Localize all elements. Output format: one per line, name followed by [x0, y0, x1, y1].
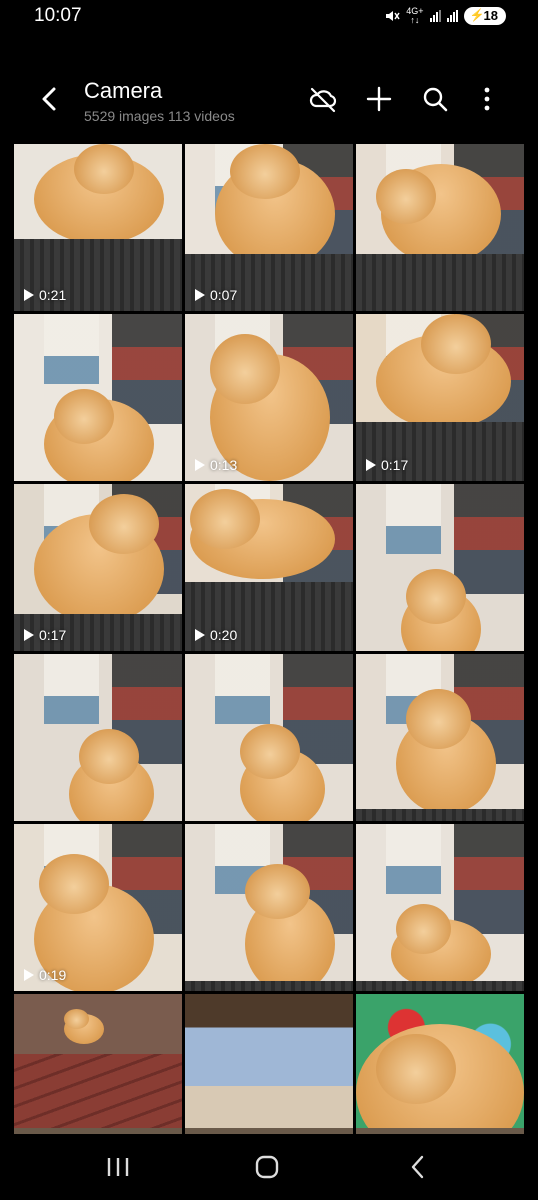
status-bar: 10:07 4G+ ↑↓ ⚡ 18	[0, 0, 538, 36]
image-thumbnail[interactable]	[356, 484, 524, 651]
status-icons: 4G+ ↑↓ ⚡ 18	[384, 7, 506, 25]
cat-head	[245, 864, 310, 919]
video-thumbnail[interactable]: 0:17	[356, 314, 524, 481]
cat-head	[396, 904, 451, 954]
album-header: Camera 5529 images 113 videos	[0, 70, 538, 136]
storage-box	[356, 981, 524, 991]
image-thumbnail[interactable]	[185, 824, 353, 991]
video-duration: 0:19	[24, 967, 66, 983]
battery-level: 18	[483, 8, 498, 23]
duration-label: 0:17	[381, 457, 409, 473]
wall-posters	[386, 824, 441, 894]
play-icon	[24, 289, 34, 301]
video-thumbnail[interactable]: 0:19	[14, 824, 182, 991]
image-thumbnail[interactable]	[14, 314, 182, 481]
video-duration: 0:21	[24, 287, 66, 303]
recent-apps-icon[interactable]	[100, 1152, 136, 1182]
play-icon	[195, 459, 205, 471]
mute-icon	[386, 11, 400, 21]
cat-head	[74, 144, 134, 194]
signal-icon	[446, 10, 458, 22]
image-thumbnail[interactable]	[356, 654, 524, 821]
video-duration: 0:17	[24, 627, 66, 643]
play-icon	[195, 629, 205, 641]
more-icon[interactable]	[472, 84, 502, 114]
play-icon	[24, 969, 34, 981]
play-icon	[366, 459, 376, 471]
video-duration: 0:07	[195, 287, 237, 303]
search-icon[interactable]	[420, 84, 450, 114]
video-thumbnail[interactable]: 0:17	[14, 484, 182, 651]
wall-posters	[44, 314, 99, 384]
image-thumbnail[interactable]	[356, 144, 524, 311]
cat-head	[406, 689, 471, 749]
video-duration: 0:13	[195, 457, 237, 473]
cat-head	[406, 569, 466, 624]
storage-box	[185, 981, 353, 991]
cat-head	[64, 1009, 89, 1029]
cat-head	[230, 144, 300, 199]
duration-label: 0:13	[210, 457, 238, 473]
duration-label: 0:21	[39, 287, 67, 303]
video-thumbnail[interactable]: 0:21	[14, 144, 182, 311]
image-thumbnail[interactable]	[14, 654, 182, 821]
cat-head	[421, 314, 491, 374]
cat-head	[376, 169, 436, 224]
signal-icon	[429, 10, 441, 22]
duration-label: 0:19	[39, 967, 67, 983]
wall-posters	[454, 824, 524, 934]
image-thumbnail[interactable]	[356, 824, 524, 991]
duration-label: 0:20	[210, 627, 238, 643]
wall-posters	[386, 484, 441, 554]
cat-head	[210, 334, 280, 404]
image-thumbnail[interactable]	[185, 654, 353, 821]
cat-head	[240, 724, 300, 779]
play-icon	[195, 289, 205, 301]
duration-label: 0:07	[210, 287, 238, 303]
media-grid: 0:21 0:07 0:13 0:17 0:17 0:20 0:19	[14, 144, 524, 1161]
back-nav-icon[interactable]	[400, 1152, 436, 1182]
video-duration: 0:17	[366, 457, 408, 473]
video-thumbnail[interactable]: 0:20	[185, 484, 353, 651]
storage-box	[356, 254, 524, 311]
video-thumbnail[interactable]: 0:13	[185, 314, 353, 481]
battery-charging-icon: ⚡ 18	[463, 7, 506, 25]
cat-head	[89, 494, 159, 554]
wall-posters	[454, 484, 524, 594]
play-icon	[24, 629, 34, 641]
cat-head	[54, 389, 114, 444]
storage-box	[356, 809, 524, 821]
home-icon[interactable]	[249, 1152, 285, 1182]
duration-label: 0:17	[39, 627, 67, 643]
cat-head	[190, 489, 260, 549]
wall-posters	[44, 654, 99, 724]
album-count: 5529 images 113 videos	[84, 108, 235, 124]
page-title: Camera	[84, 78, 163, 103]
back-icon[interactable]	[36, 84, 64, 114]
cat-head	[39, 854, 109, 914]
video-duration: 0:20	[195, 627, 237, 643]
video-thumbnail[interactable]: 0:07	[185, 144, 353, 311]
navigation-bar	[0, 1134, 538, 1200]
cat-head	[376, 1034, 456, 1104]
wall-posters	[215, 654, 270, 724]
add-icon[interactable]	[364, 84, 394, 114]
cloud-off-icon[interactable]	[308, 84, 338, 114]
cat-head	[79, 729, 139, 784]
clock: 10:07	[34, 5, 82, 26]
network-4g-icon: 4G+ ↑↓	[406, 6, 424, 25]
